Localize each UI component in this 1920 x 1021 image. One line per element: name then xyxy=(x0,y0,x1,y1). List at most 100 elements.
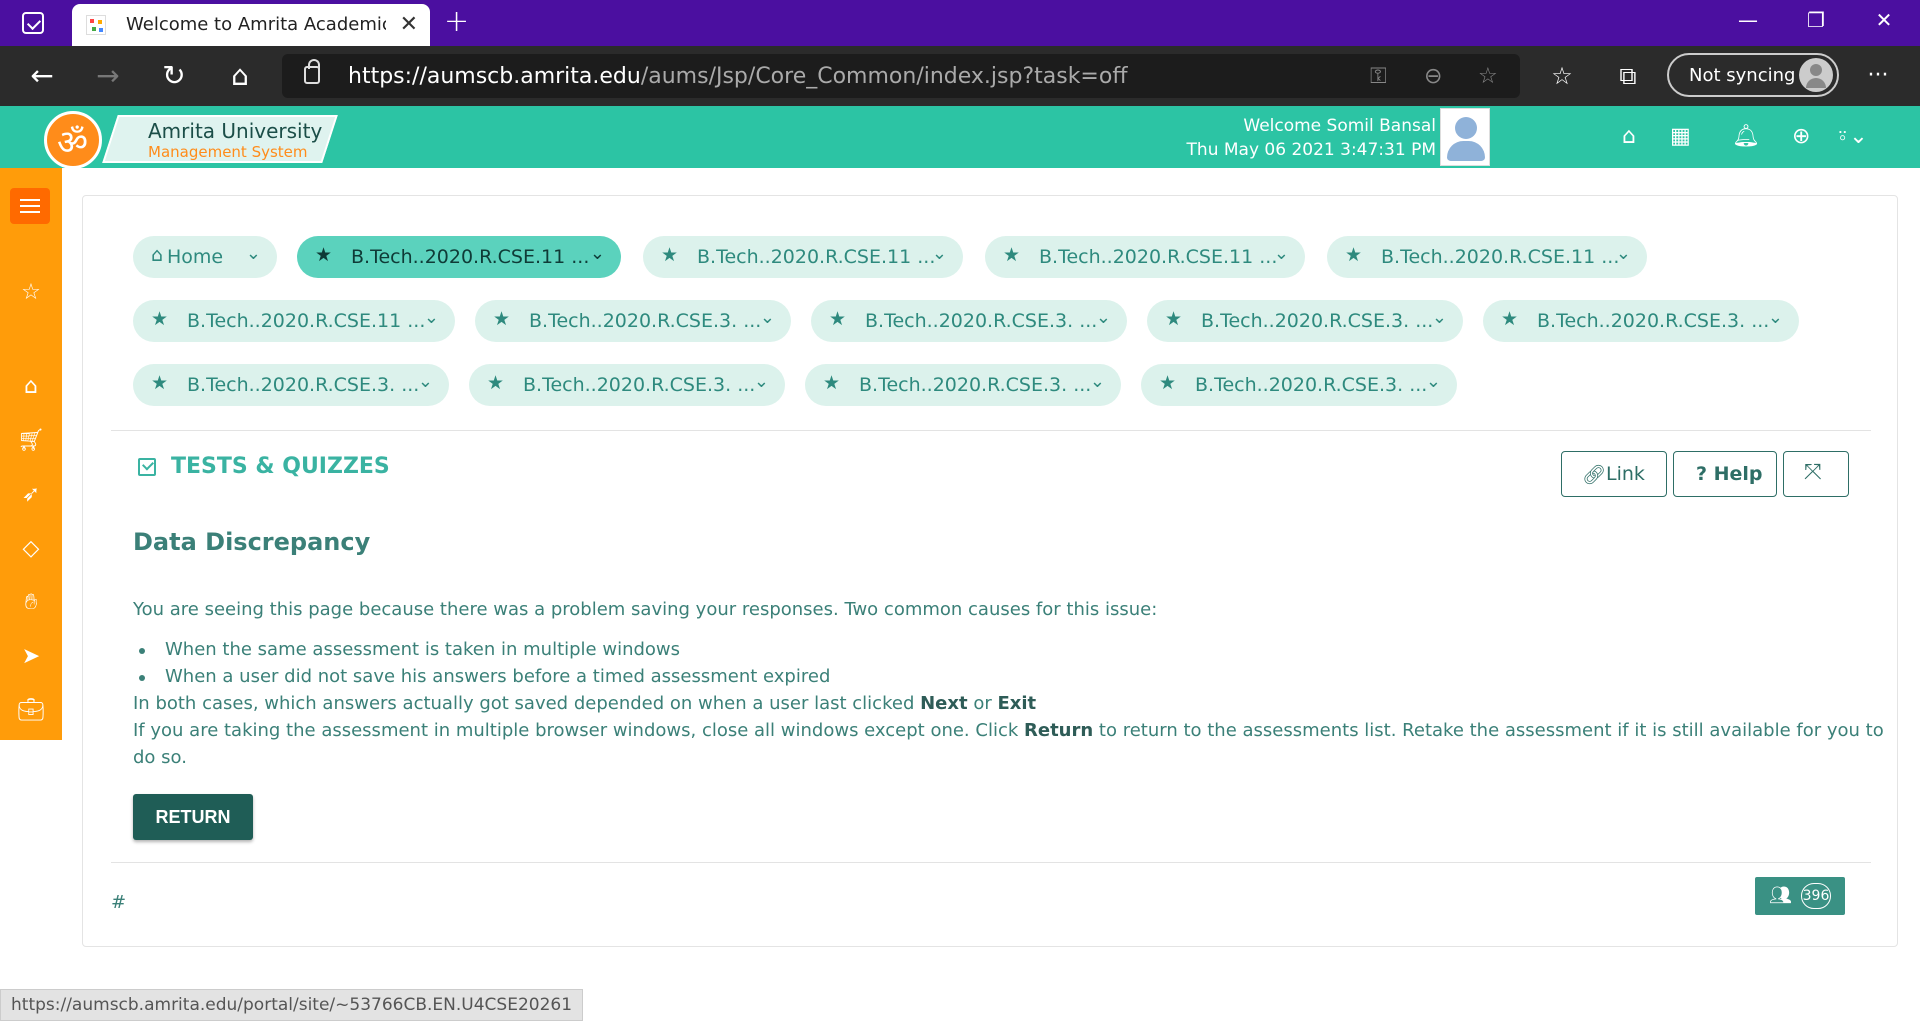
chevron-down-icon[interactable]: ⌄ xyxy=(932,243,947,264)
apps-grid-icon[interactable]: ▦ xyxy=(1670,124,1691,149)
crumb-course[interactable]: ★ B.Tech..2020.R.CSE.3. ... ⌄ xyxy=(469,364,785,406)
return-button[interactable]: RETURN xyxy=(133,794,253,840)
tab-close-icon[interactable]: ✕ xyxy=(400,12,418,37)
help-label: ? Help xyxy=(1696,463,1763,485)
link-button[interactable]: 🔗︎ Link xyxy=(1561,451,1667,497)
rocket-icon[interactable]: ➶ xyxy=(0,482,62,507)
logo[interactable]: Amrita University Management System xyxy=(40,109,338,169)
crumb-label: B.Tech..2020.R.CSE.3. ... xyxy=(529,310,762,332)
crumb-course[interactable]: ★ B.Tech..2020.R.CSE.3. ... ⌄ xyxy=(1141,364,1457,406)
user-avatar[interactable] xyxy=(1440,108,1490,166)
welcome-text: Welcome Somil Bansal xyxy=(1243,116,1436,136)
home-icon[interactable]: ⌂ xyxy=(0,374,62,399)
crumb-label: B.Tech..2020.R.CSE.3. ... xyxy=(859,374,1092,396)
logo-title: Amrita University xyxy=(148,119,323,143)
chevron-down-icon[interactable]: ⌄ xyxy=(760,307,775,328)
lock-icon[interactable] xyxy=(304,59,320,84)
star-icon: ★ xyxy=(1003,244,1021,266)
refresh-icon[interactable]: ↻ xyxy=(158,60,190,92)
collections-icon[interactable]: ⧉ xyxy=(1612,60,1644,92)
crumb-course[interactable]: ★ B.Tech..2020.R.CSE.3. ... ⌄ xyxy=(1147,300,1463,342)
crumb-label: B.Tech..2020.R.CSE.3. ... xyxy=(1201,310,1434,332)
star-icon: ★ xyxy=(487,372,505,394)
chevron-down-icon[interactable]: ⌄ xyxy=(1432,307,1447,328)
crumb-course[interactable]: ★ B.Tech..2020.R.CSE.11 ... ⌄ xyxy=(133,300,455,342)
close-window-icon[interactable]: ✕ xyxy=(1864,8,1904,32)
crumb-course[interactable]: ★ B.Tech..2020.R.CSE.3. ... ⌄ xyxy=(805,364,1121,406)
datetime-text: Thu May 06 2021 3:47:31 PM xyxy=(1186,140,1436,160)
minimize-icon[interactable]: — xyxy=(1728,8,1768,32)
zoom-icon[interactable]: ⊖ xyxy=(1424,64,1442,89)
crumb-course[interactable]: ★ B.Tech..2020.R.CSE.3. ... ⌄ xyxy=(475,300,791,342)
star-icon: ★ xyxy=(1159,372,1177,394)
crumb-label: B.Tech..2020.R.CSE.11 ... xyxy=(1039,246,1278,268)
handshake-icon[interactable]: ✋︎ xyxy=(0,590,62,615)
star-icon[interactable]: ☆ xyxy=(0,280,62,305)
hash-link[interactable]: # xyxy=(111,892,126,913)
home-icon[interactable]: ⌂ xyxy=(1622,124,1636,149)
restore-icon[interactable]: ❐ xyxy=(1796,8,1836,32)
new-tab-icon[interactable]: + xyxy=(444,4,469,39)
link-label: Link xyxy=(1606,463,1645,485)
help-button[interactable]: ? Help xyxy=(1673,451,1777,497)
crumb-label: B.Tech..2020.R.CSE.3. ... xyxy=(1537,310,1770,332)
paper-plane-icon[interactable]: ➤ xyxy=(0,644,62,669)
browser-app-icon[interactable] xyxy=(22,12,44,34)
user-count: 396 xyxy=(1801,883,1831,909)
url-text[interactable]: https://aumscb.amrita.edu/aums/Jsp/Core_… xyxy=(348,64,1128,89)
chevron-down-icon[interactable]: ⌄ xyxy=(1096,307,1111,328)
profile-sync-button[interactable]: Not syncing xyxy=(1667,53,1839,97)
favorites-icon[interactable]: ☆ xyxy=(1546,60,1578,92)
chevron-down-icon[interactable]: ⌄ xyxy=(424,307,439,328)
list-item: When a user did not save his answers bef… xyxy=(138,666,831,687)
tab-favicon-icon xyxy=(86,15,106,35)
paragraph-saved: In both cases, which answers actually go… xyxy=(133,693,1037,714)
welcome-block: Welcome Somil Bansal Thu May 06 2021 3:4… xyxy=(1187,114,1436,162)
chevron-down-icon[interactable]: ⌄ xyxy=(1426,371,1441,392)
crumb-label: B.Tech..2020.R.CSE.3. ... xyxy=(187,374,420,396)
paragraph-instructions: If you are taking the assessment in mult… xyxy=(133,720,1884,768)
page-heading: Data Discrepancy xyxy=(133,528,371,556)
user-menu-icon[interactable]: ⍤⌄ xyxy=(1836,124,1868,149)
star-icon: ★ xyxy=(493,308,511,330)
browser-toolbar: ← → ↻ ⌂ https://aumscb.amrita.edu/aums/J… xyxy=(0,46,1920,106)
crumb-course[interactable]: ★ B.Tech..2020.R.CSE.3. ... ⌄ xyxy=(811,300,1127,342)
crumb-course[interactable]: ★ B.Tech..2020.R.CSE.11 ... ⌄ xyxy=(643,236,963,278)
cart-icon[interactable]: 🛒︎ xyxy=(0,428,62,453)
chevron-down-icon[interactable]: ⌄ xyxy=(418,371,433,392)
users-icon: 👥︎ xyxy=(1769,885,1792,906)
crumb-course[interactable]: ★ B.Tech..2020.R.CSE.3. ... ⌄ xyxy=(133,364,449,406)
app-header: Amrita University Management System Welc… xyxy=(0,106,1920,169)
crumb-course[interactable]: ★ B.Tech..2020.R.CSE.3. ... ⌄ xyxy=(1483,300,1799,342)
address-bar[interactable]: https://aumscb.amrita.edu/aums/Jsp/Core_… xyxy=(282,54,1520,98)
chevron-down-icon[interactable]: ⌄ xyxy=(590,243,605,264)
crumb-home[interactable]: ⌂ Home ⌄ xyxy=(133,236,277,278)
more-icon[interactable]: ··· xyxy=(1862,60,1894,92)
chevron-down-icon[interactable]: ⌄ xyxy=(754,371,769,392)
chevron-down-icon[interactable]: ⌄ xyxy=(1616,243,1631,264)
key-icon[interactable]: ⚿ xyxy=(1370,64,1387,89)
crumb-course[interactable]: ★ B.Tech..2020.R.CSE.11 ... ⌄ xyxy=(297,236,621,278)
add-favorite-icon[interactable]: ☆ xyxy=(1478,64,1498,89)
forward-icon[interactable]: → xyxy=(92,60,124,92)
bell-icon[interactable]: 🔔︎ xyxy=(1732,124,1760,149)
browser-title-bar: Welcome to Amrita Academic Ma ✕ + — ❐ ✕ xyxy=(0,0,1920,46)
back-icon[interactable]: ← xyxy=(26,60,58,92)
diamond-icon[interactable]: ◇ xyxy=(0,536,62,561)
chevron-down-icon[interactable]: ⌄ xyxy=(1274,243,1289,264)
home-icon[interactable]: ⌂ xyxy=(224,60,256,92)
list-item: When the same assessment is taken in mul… xyxy=(138,639,681,660)
online-users-badge[interactable]: 👥︎ 396 xyxy=(1755,877,1845,915)
intro-text: You are seeing this page because there w… xyxy=(133,599,1158,620)
globe-icon[interactable]: ⊕ xyxy=(1792,124,1810,149)
menu-icon[interactable] xyxy=(10,188,50,224)
chevron-down-icon[interactable]: ⌄ xyxy=(1090,371,1105,392)
fullscreen-button[interactable]: ⤧ xyxy=(1783,451,1849,497)
crumb-course[interactable]: ★ B.Tech..2020.R.CSE.11 ... ⌄ xyxy=(985,236,1305,278)
chevron-down-icon[interactable]: ⌄ xyxy=(1768,307,1783,328)
home-icon: ⌂ xyxy=(151,244,164,266)
briefcase-icon[interactable]: 💼︎ xyxy=(0,698,62,723)
crumb-course[interactable]: ★ B.Tech..2020.R.CSE.11 ... ⌄ xyxy=(1327,236,1647,278)
chevron-down-icon[interactable]: ⌄ xyxy=(246,243,261,264)
browser-tab[interactable]: Welcome to Amrita Academic Ma ✕ xyxy=(72,4,430,46)
